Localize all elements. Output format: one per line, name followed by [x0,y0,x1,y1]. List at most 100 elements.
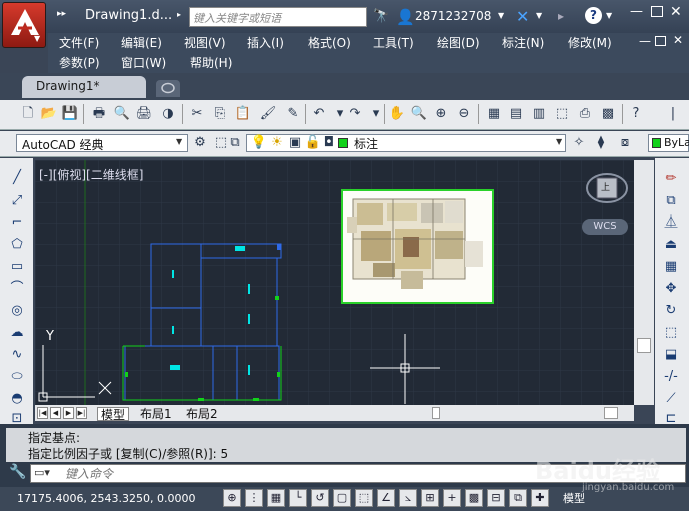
layer-previous-icon[interactable]: ⧫ [592,134,610,152]
zoom-previous-icon[interactable]: ⊖ [455,105,473,123]
undo-icon[interactable]: ↶ [310,105,328,123]
next-layout-icon[interactable]: ▶ [63,407,74,419]
scale-icon[interactable]: ⬚ [661,324,681,342]
line-icon[interactable]: ╱ [7,169,27,187]
grid-display-icon[interactable]: ▦ [267,489,285,507]
chevron-down-icon[interactable]: ▼ [536,11,542,20]
command-prompt-icon[interactable]: ▭▾ [34,466,50,479]
move-icon[interactable]: ✥ [661,280,681,298]
menu-modify[interactable]: 修改(M) [568,34,612,51]
print-preview-icon[interactable]: 🔍 [113,105,131,123]
polyline-icon[interactable]: ⌐ [7,214,27,232]
layer-freeze-icon[interactable]: ☀ [268,134,286,152]
selection-cycling-icon[interactable]: ⧉ [509,489,527,507]
workspace-settings-icon[interactable]: ⚙ [191,134,209,152]
wcs-menu[interactable]: WCS [582,219,628,235]
doc-minimize-button[interactable]: — [639,34,651,48]
lineweight-icon[interactable]: + [443,489,461,507]
stretch-icon[interactable]: ⬓ [661,346,681,364]
rotate-icon[interactable]: ↻ [661,302,681,320]
help-icon[interactable]: ? [585,7,602,24]
menu-file[interactable]: 文件(F) [59,34,99,51]
toolbar-handle-icon[interactable]: | [664,105,682,123]
object-snap-icon[interactable]: ▢ [333,489,351,507]
drawing-canvas[interactable] [35,160,634,405]
horizontal-scroll-right[interactable] [604,407,618,419]
wrench-icon[interactable]: 🔧 [9,464,26,480]
construction-line-icon[interactable]: ⤢ [7,192,27,210]
chevron-down-icon[interactable]: ▼ [498,11,504,20]
menu-edit[interactable]: 编辑(E) [121,34,162,51]
prev-layout-icon[interactable]: ◀ [50,407,61,419]
paste-icon[interactable]: 📋 [234,105,252,123]
ellipse-icon[interactable]: ⬭ [7,368,27,386]
polar-tracking-icon[interactable]: ↺ [311,489,329,507]
copy-object-icon[interactable]: ⧉ [661,192,681,210]
last-layout-icon[interactable]: ▶| [76,407,87,419]
chevron-down-icon[interactable]: ▼ [176,137,182,146]
tool-palettes-icon[interactable]: ▥ [530,105,548,123]
menu-format[interactable]: 格式(O) [308,34,351,51]
menu-window[interactable]: 窗口(W) [121,54,166,71]
match-properties-icon[interactable]: 🖌 [259,105,277,123]
dynamic-ucs-icon[interactable]: ⦣ [399,489,417,507]
design-center-icon[interactable]: ▤ [507,105,525,123]
revision-cloud-icon[interactable]: ☁ [7,324,27,342]
workspace-dropdown[interactable]: AutoCAD 经典 [16,134,188,152]
help-icon[interactable]: ? [627,105,645,123]
doc-restore-button[interactable] [655,36,666,46]
offset-icon[interactable]: ⏏ [661,236,681,254]
layer-on-icon[interactable]: 💡 [250,134,268,152]
menu-draw[interactable]: 绘图(D) [437,34,480,51]
binoculars-icon[interactable]: 🔭 [373,9,389,24]
inserted-image[interactable] [341,189,494,304]
vertical-scrollbar[interactable] [634,160,654,405]
copy-icon[interactable]: ⎘ [211,105,229,123]
zoom-realtime-icon[interactable]: 🔍 [410,105,428,123]
zoom-window-icon[interactable]: ⊕ [432,105,450,123]
tab-model[interactable]: 模型 [97,407,130,422]
user-id[interactable]: 2871232708 [415,9,491,23]
layer-viewport-icon[interactable]: ▣ [286,134,304,152]
cut-icon[interactable]: ✂ [188,105,206,123]
snap-mode-icon[interactable]: ⋮ [245,489,263,507]
publish-icon[interactable]: 🖨 [135,105,153,123]
make-current-layer-icon[interactable]: ✧ [570,134,588,152]
new-tab-button[interactable] [156,80,180,97]
extend-icon[interactable]: ⟋ [661,390,681,408]
viewport-label[interactable]: [-][俯视][二维线框] [39,166,143,183]
menu-insert[interactable]: 插入(I) [247,34,284,51]
print-icon[interactable]: 🖶 [90,105,108,123]
doc-close-button[interactable]: ✕ [673,33,683,47]
redo-icon[interactable]: ↷ [346,105,364,123]
search-input[interactable]: 键入关键字或短语 [189,7,367,27]
layer-plot-icon[interactable]: ◘ [320,134,338,152]
pan-icon[interactable]: ✋ [388,105,406,123]
close-button[interactable]: ✕ [670,4,682,20]
user-icon[interactable]: 👤 [396,8,415,26]
mirror-icon[interactable]: ⏅ [661,214,681,232]
block-editor-icon[interactable]: ✎ [284,105,302,123]
calculator-icon[interactable]: ▩ [599,105,617,123]
new-icon[interactable]: 🗋 [19,105,37,123]
horizontal-scroll-thumb[interactable] [432,407,440,419]
properties-icon[interactable]: ▦ [485,105,503,123]
markup-icon[interactable]: ⎙ [576,105,594,123]
chevron-down-icon[interactable]: ▼ [606,11,612,20]
arc-icon[interactable]: ⌒ [7,280,27,298]
3d-publish-icon[interactable]: ◑ [159,105,177,123]
infer-constraints-icon[interactable]: ⊕ [223,489,241,507]
array-icon[interactable]: ▦ [661,258,681,276]
tab-layout2[interactable]: 布局2 [183,407,221,421]
tab-layout1[interactable]: 布局1 [137,407,175,421]
exchange-apps-icon[interactable]: ✕ [516,7,529,26]
minimize-button[interactable]: — [630,4,643,19]
layer-states-icon[interactable]: ⧇ [616,134,634,152]
menu-dimension[interactable]: 标注(N) [502,34,544,51]
coordinates-readout[interactable]: 17175.4006, 2543.3250, 0.0000 [17,492,195,505]
spline-icon[interactable]: ∿ [7,346,27,364]
menu-tools[interactable]: 工具(T) [373,34,414,51]
sheet-set-icon[interactable]: ⬚ [553,105,571,123]
save-icon[interactable]: 💾 [61,105,79,123]
annotation-monitor-icon[interactable]: ✚ [531,489,549,507]
